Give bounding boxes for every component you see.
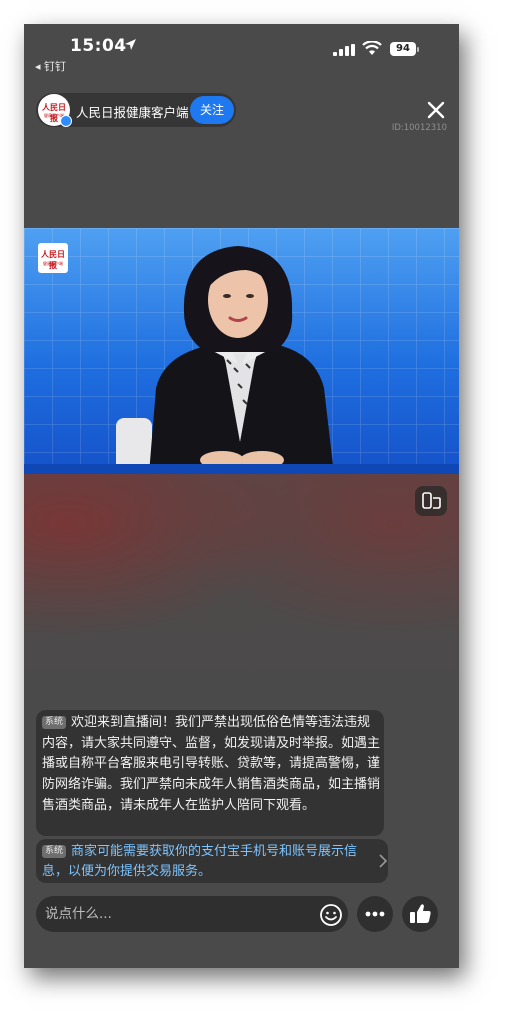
verified-icon <box>60 115 72 127</box>
presenter-figure <box>116 246 334 474</box>
system-tag: 系统 <box>42 716 67 729</box>
system-message: 系统 欢迎来到直播间！我们严禁出现低俗色情等违法违规内容，请大家共同遵守、监督，如… <box>36 710 384 836</box>
merchant-notice-body: 系统 商家可能需要获取你的支付宝手机号和账号展示信息，以便为你提供交易服务。 <box>42 842 362 882</box>
system-message-text: 欢迎来到直播间！我们严禁出现低俗色情等违法违规内容，请大家共同遵守、监督，如发现… <box>42 715 381 813</box>
anchor-name: 人民日报健康客户端 <box>76 105 189 120</box>
merchant-notice-text: 商家可能需要获取你的支付宝手机号和账号展示信息，以便为你提供交易服务。 <box>42 844 358 879</box>
rotate-screen-button[interactable] <box>415 486 447 516</box>
signal-icon <box>333 44 355 56</box>
more-icon <box>365 911 385 917</box>
like-button[interactable] <box>402 896 438 932</box>
emoji-button[interactable] <box>318 902 344 928</box>
system-tag: 系统 <box>42 845 67 858</box>
thumbs-up-icon <box>410 904 431 923</box>
merchant-notice[interactable]: 系统 商家可能需要获取你的支付宝手机号和账号展示信息，以便为你提供交易服务。 <box>36 839 388 883</box>
room-id: ID:10012310 <box>391 123 447 133</box>
emoji-icon <box>320 904 342 926</box>
more-button[interactable] <box>357 896 393 932</box>
rotate-screen-icon <box>422 492 441 509</box>
studio-desk <box>24 464 459 474</box>
status-bar: 15:04 ◂ 钉钉 94 <box>24 24 459 74</box>
bottom-bar: 说点什么... <box>24 896 459 936</box>
anchor-info-pill[interactable]: 人民日报 健康客户端 人民日报健康客户端 关注 <box>36 93 236 127</box>
live-video[interactable]: 人民日报 健康客户端 <box>24 228 459 474</box>
follow-button[interactable]: 关注 <box>190 96 234 124</box>
back-to-app-link[interactable]: ◂ 钉钉 <box>35 58 66 74</box>
live-stream-screen: 15:04 ◂ 钉钉 94 人民日报 健康客户端 人民日报健康客户端 关注 ID… <box>24 24 459 968</box>
status-time: 15:04 <box>70 36 127 56</box>
wifi-icon <box>362 41 382 55</box>
battery-indicator: 94 <box>390 42 416 56</box>
close-icon[interactable] <box>426 100 446 120</box>
location-arrow-icon <box>125 39 136 50</box>
comment-input[interactable]: 说点什么... <box>36 896 348 932</box>
battery-tip <box>417 47 419 52</box>
system-message-body: 系统 欢迎来到直播间！我们严禁出现低俗色情等违法违规内容，请大家共同遵守、监督，如… <box>42 713 382 817</box>
blurred-background <box>24 474 459 724</box>
chevron-right-icon <box>379 854 387 868</box>
